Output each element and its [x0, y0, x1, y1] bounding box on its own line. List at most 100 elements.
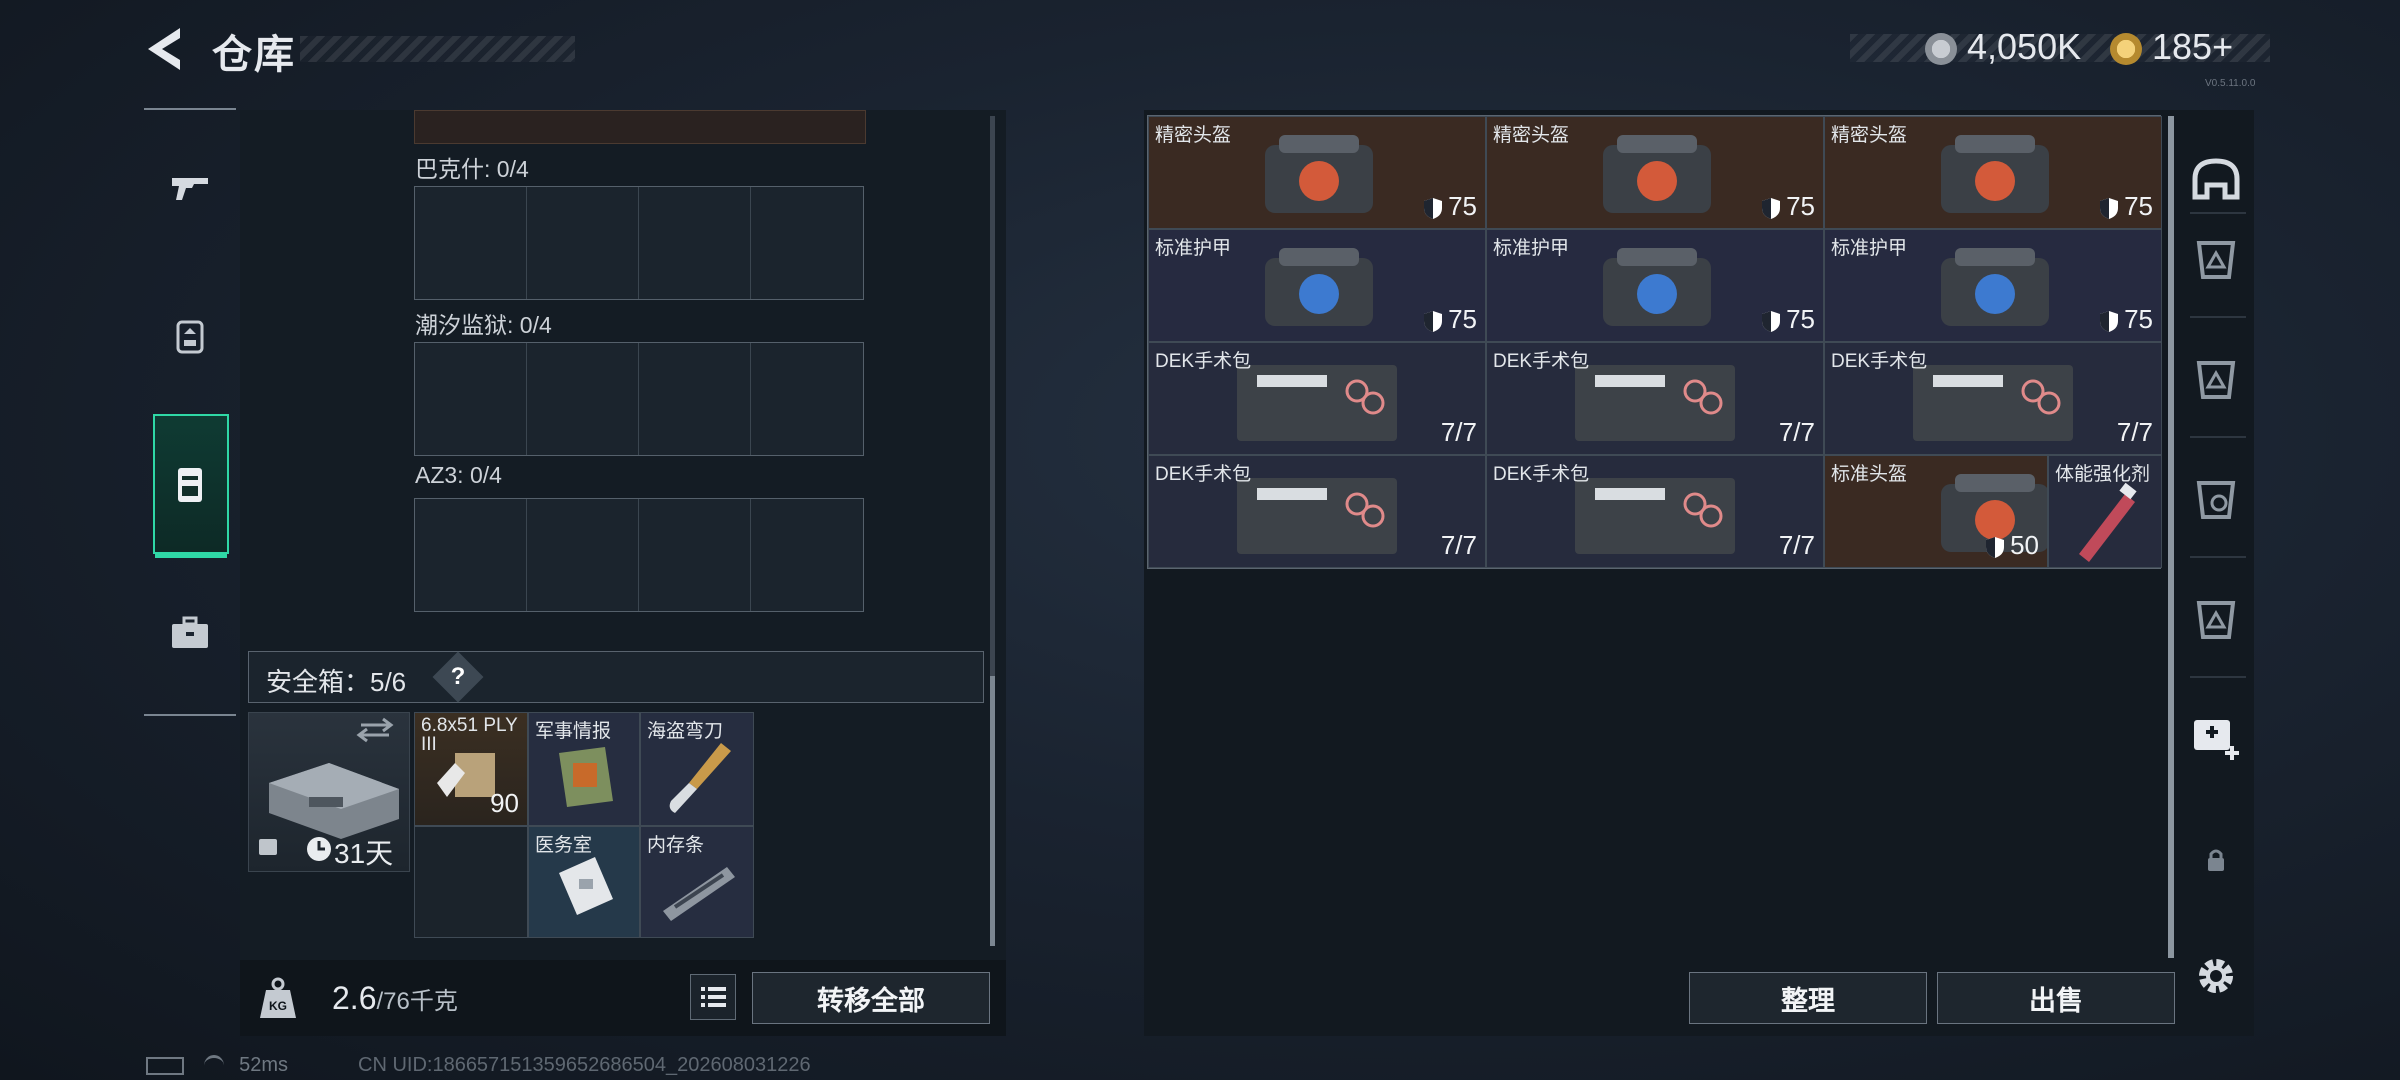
filter-armor-lvl3c[interactable]: [2186, 590, 2246, 650]
surgery-kit-icon: [1575, 478, 1735, 554]
item-name: 医务室: [535, 835, 593, 856]
safebox-item-infirmary-key[interactable]: 医务室: [528, 826, 640, 938]
rail-divider: [2190, 316, 2246, 318]
stash-item[interactable]: 精密头盔 75: [1824, 116, 2162, 229]
durability-shield-icon: [1986, 537, 2005, 559]
sort-button[interactable]: 整理: [1689, 972, 1927, 1024]
item-value: 7/7: [2116, 417, 2153, 447]
premium-amount: 185+: [2152, 26, 2234, 67]
user-uid: CN UID:18665715135965268650​4_2026080312…: [358, 1054, 811, 1076]
sell-button[interactable]: 出售: [1937, 972, 2175, 1024]
stash-item[interactable]: 精密头盔 75: [1486, 116, 1824, 229]
rail-divider: [2190, 436, 2246, 438]
armor-tier-icon: [2196, 481, 2236, 519]
safebox-item-ammo[interactable]: 6.8x51 PLY III 90: [414, 712, 528, 826]
item-value: 75: [1422, 191, 1477, 222]
network-status: 52ms: [146, 1054, 288, 1077]
bag-icon: [1603, 248, 1711, 326]
item-name: 内存条: [647, 835, 705, 856]
helmet-icon: [2192, 158, 2240, 200]
lock-icon: [2208, 849, 2224, 871]
filter-helmet[interactable]: [2186, 150, 2246, 210]
rail-divider: [2190, 556, 2246, 558]
list-icon: [701, 987, 726, 1007]
durability-shield-icon: [1762, 198, 1781, 220]
help-icon[interactable]: ?: [440, 659, 476, 695]
svg-text:KG: KG: [269, 999, 287, 1013]
ping-value: 52ms: [239, 1054, 289, 1076]
item-name: DEK手术包: [1155, 351, 1252, 372]
item-name: 标准护甲: [1155, 238, 1232, 259]
page-title: 仓库: [212, 33, 296, 77]
rail-backpack[interactable]: [154, 276, 226, 396]
list-view-button[interactable]: [690, 974, 736, 1020]
currency-premium[interactable]: 185+: [2110, 26, 2233, 68]
item-name: 军事情报: [535, 721, 612, 742]
stash-item[interactable]: DEK手术包 7/7: [1148, 455, 1486, 568]
weight-current: 2.6: [332, 980, 377, 1016]
durability-shield-icon: [1424, 198, 1443, 220]
bag-icon: [1265, 248, 1373, 326]
rail-briefcase[interactable]: [154, 572, 226, 692]
stash-scrollbar[interactable]: [2168, 116, 2174, 958]
stash-item[interactable]: DEK手术包 7/7: [1148, 342, 1486, 455]
version-label: V0.5.11.0.0: [2205, 78, 2256, 89]
item-value: 75: [1422, 304, 1477, 335]
hafcoin-icon: [1925, 33, 1957, 66]
surgery-kit-icon: [1913, 365, 2073, 441]
bag-icon: [1941, 248, 2049, 326]
rail-weapons[interactable]: [154, 128, 226, 248]
back-arrow-icon: [148, 28, 180, 70]
safebox-icon: [178, 468, 202, 502]
partial-slot-row: [414, 110, 866, 144]
filter-armor-lvl3b[interactable]: [2186, 350, 2246, 410]
safebox-item-memory-stick[interactable]: 内存条: [640, 826, 754, 938]
item-name: 标准护甲: [1493, 238, 1570, 259]
stash-item[interactable]: 标准头盔 50: [1824, 455, 2048, 568]
filter-armor-lvl3[interactable]: [2186, 230, 2246, 290]
stash-item[interactable]: 标准护甲 75: [1486, 229, 1824, 342]
stash-item[interactable]: 精密头盔 75: [1148, 116, 1486, 229]
left-scrollbar[interactable]: [990, 116, 995, 946]
item-name: DEK手术包: [1493, 464, 1590, 485]
slot-grid-bakshi[interactable]: [414, 186, 864, 300]
slot-label-az3: AZ3: 0/4: [415, 462, 502, 488]
item-name: 精密头盔: [1155, 125, 1232, 146]
stash-item[interactable]: DEK手术包 7/7: [1486, 455, 1824, 568]
filter-armor-lvl4[interactable]: [2186, 470, 2246, 530]
rail-safebox[interactable]: [154, 424, 226, 544]
item-value: 75: [1760, 191, 1815, 222]
left-scrollbar-thumb[interactable]: [990, 676, 995, 946]
durability-shield-icon: [1762, 311, 1781, 333]
item-name: 标准头盔: [1831, 464, 1908, 485]
transfer-all-button[interactable]: 转移全部: [752, 972, 990, 1024]
back-button[interactable]: [140, 24, 196, 74]
currency-hafcoin: 4,050K: [1925, 26, 2081, 68]
item-name: 体能强化剂: [2055, 464, 2151, 485]
settings-button[interactable]: [2186, 946, 2246, 1006]
safebox-empty-slot[interactable]: [414, 826, 528, 938]
bag-icon: [1941, 135, 2049, 213]
stash-item[interactable]: DEK手术包 7/7: [1486, 342, 1824, 455]
add-medkit-button[interactable]: [2186, 706, 2246, 766]
safebox-item-intel[interactable]: 军事情报: [528, 712, 640, 826]
bag-icon: [1603, 135, 1711, 213]
safebox-item-pirate-cutlass[interactable]: 海盗弯刀: [640, 712, 754, 826]
rail-divider: [2190, 676, 2246, 678]
safebox-capacity: 安全箱：5/6: [266, 667, 407, 697]
hafcoin-amount: 4,050K: [1967, 26, 2082, 67]
stash-item[interactable]: 标准护甲 75: [1824, 229, 2162, 342]
durability-shield-icon: [2100, 198, 2119, 220]
item-value: 50: [1984, 530, 2039, 561]
slot-grid-az3[interactable]: [414, 498, 864, 612]
durability-shield-icon: [1424, 311, 1443, 333]
title-decoration: [300, 36, 575, 62]
battery-icon: [146, 1056, 184, 1075]
stash-item[interactable]: DEK手术包 7/7: [1824, 342, 2162, 455]
stash-item[interactable]: 标准护甲 75: [1148, 229, 1486, 342]
armor-tier-icon: [2196, 601, 2236, 639]
slot-grid-tidal-prison[interactable]: [414, 342, 864, 456]
stash-item[interactable]: 体能强化剂: [2048, 455, 2162, 568]
triangle-coin-icon: [2110, 33, 2142, 66]
weight-max: /76千克: [376, 988, 458, 1015]
